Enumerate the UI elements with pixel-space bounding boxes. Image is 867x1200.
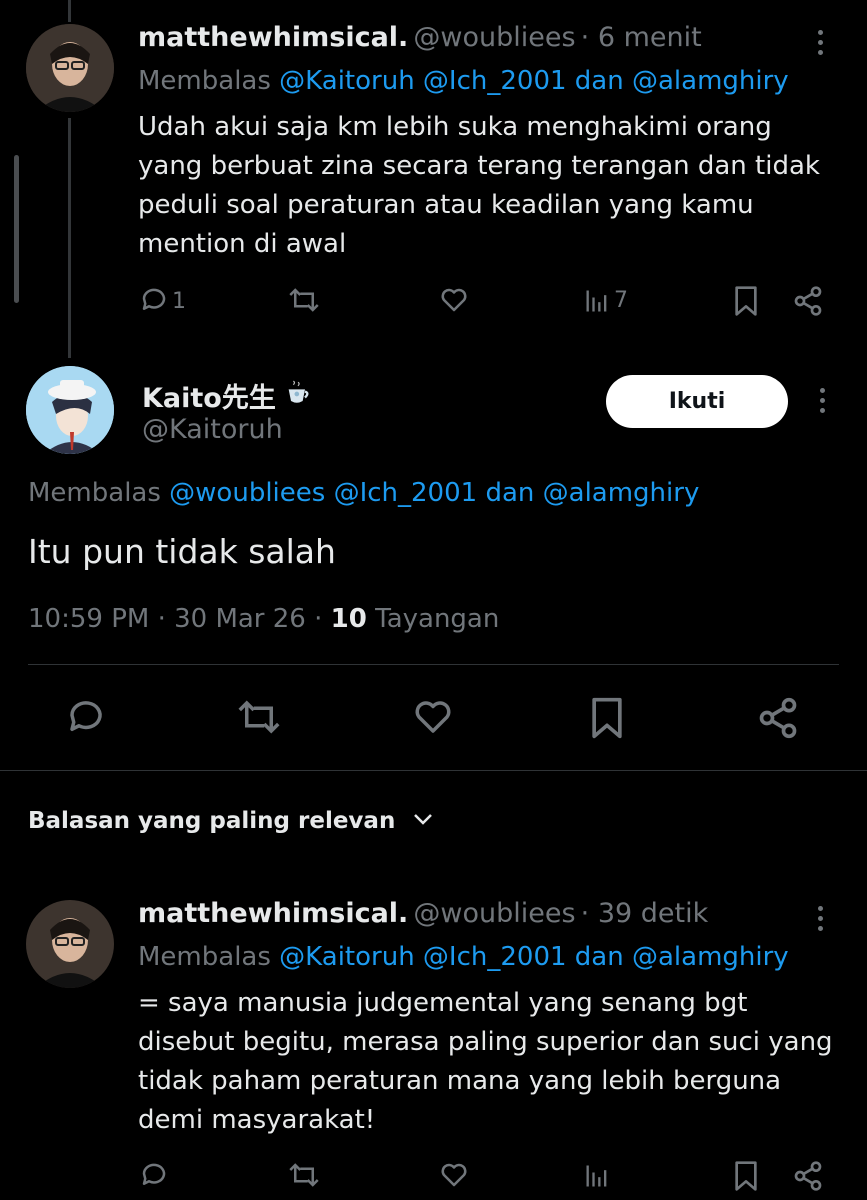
divider bbox=[0, 770, 867, 771]
replies-sort-label: Balasan yang paling relevan bbox=[28, 808, 396, 834]
reply-prefix: Membalas bbox=[138, 942, 271, 972]
share-icon[interactable] bbox=[792, 285, 824, 317]
reply-mentions[interactable]: @Kaitoruh @Ich_2001 dan @alamghiry bbox=[279, 66, 789, 96]
retweet-icon[interactable] bbox=[286, 285, 322, 315]
bookmark-icon[interactable] bbox=[588, 696, 626, 740]
share-icon[interactable] bbox=[756, 696, 800, 740]
display-name[interactable]: matthewhimsical. bbox=[138, 898, 408, 929]
like-icon[interactable] bbox=[438, 1160, 470, 1190]
reply-icon[interactable] bbox=[138, 1160, 170, 1190]
timestamp[interactable]: · 39 detik bbox=[581, 898, 709, 929]
views-count: 10 bbox=[330, 604, 367, 634]
tweet-text: = saya manusia judgemental yang senang b… bbox=[138, 988, 833, 1135]
tweet-timestamp[interactable]: 10:59 PM · 30 Mar 26 · bbox=[28, 604, 322, 634]
reply-mentions[interactable]: @Kaitoruh @Ich_2001 dan @alamghiry bbox=[279, 942, 789, 972]
tweet-text: Udah akui saja km lebih suka menghakimi … bbox=[138, 112, 820, 259]
tea-cup-icon bbox=[284, 380, 312, 412]
display-name[interactable]: Kaito先生 bbox=[142, 376, 276, 415]
reply-mentions[interactable]: @woubliees @Ich_2001 dan @alamghiry bbox=[169, 478, 699, 508]
tweet-text: Itu pun tidak salah bbox=[28, 532, 336, 571]
views-icon[interactable] bbox=[582, 287, 612, 315]
replies-sort-dropdown[interactable]: Balasan yang paling relevan bbox=[28, 808, 435, 834]
thread-line-top bbox=[68, 0, 71, 22]
reply-icon[interactable] bbox=[64, 696, 108, 738]
reply-prefix: Membalas bbox=[138, 66, 271, 96]
views-label: Tayangan bbox=[375, 604, 500, 634]
more-options-icon[interactable] bbox=[818, 30, 824, 60]
avatar[interactable] bbox=[26, 900, 114, 988]
scroll-indicator[interactable] bbox=[14, 155, 19, 303]
retweet-icon[interactable] bbox=[234, 696, 284, 738]
chevron-down-icon bbox=[411, 811, 435, 831]
avatar[interactable] bbox=[26, 24, 114, 112]
like-icon[interactable] bbox=[411, 696, 455, 738]
views-icon[interactable] bbox=[582, 1162, 612, 1190]
reply-count: 1 bbox=[172, 289, 186, 314]
user-handle[interactable]: @woubliees bbox=[413, 898, 575, 929]
retweet-icon[interactable] bbox=[286, 1160, 322, 1190]
divider bbox=[28, 664, 839, 665]
avatar[interactable] bbox=[26, 366, 114, 454]
views-count: 7 bbox=[614, 288, 628, 313]
bookmark-icon[interactable] bbox=[732, 285, 760, 317]
display-name[interactable]: matthewhimsical. bbox=[138, 22, 408, 53]
timestamp[interactable]: · 6 menit bbox=[581, 22, 702, 53]
follow-button[interactable]: Ikuti bbox=[606, 375, 788, 428]
user-handle[interactable]: @Kaitoruh bbox=[142, 414, 283, 445]
like-icon[interactable] bbox=[438, 285, 470, 315]
share-icon[interactable] bbox=[792, 1160, 824, 1192]
thread-line bbox=[68, 118, 71, 358]
more-options-icon[interactable] bbox=[818, 906, 824, 936]
user-handle[interactable]: @woubliees bbox=[413, 22, 575, 53]
reply-icon[interactable] bbox=[138, 285, 170, 315]
more-options-icon[interactable] bbox=[820, 388, 826, 418]
bookmark-icon[interactable] bbox=[732, 1160, 760, 1192]
reply-prefix: Membalas bbox=[28, 478, 161, 508]
